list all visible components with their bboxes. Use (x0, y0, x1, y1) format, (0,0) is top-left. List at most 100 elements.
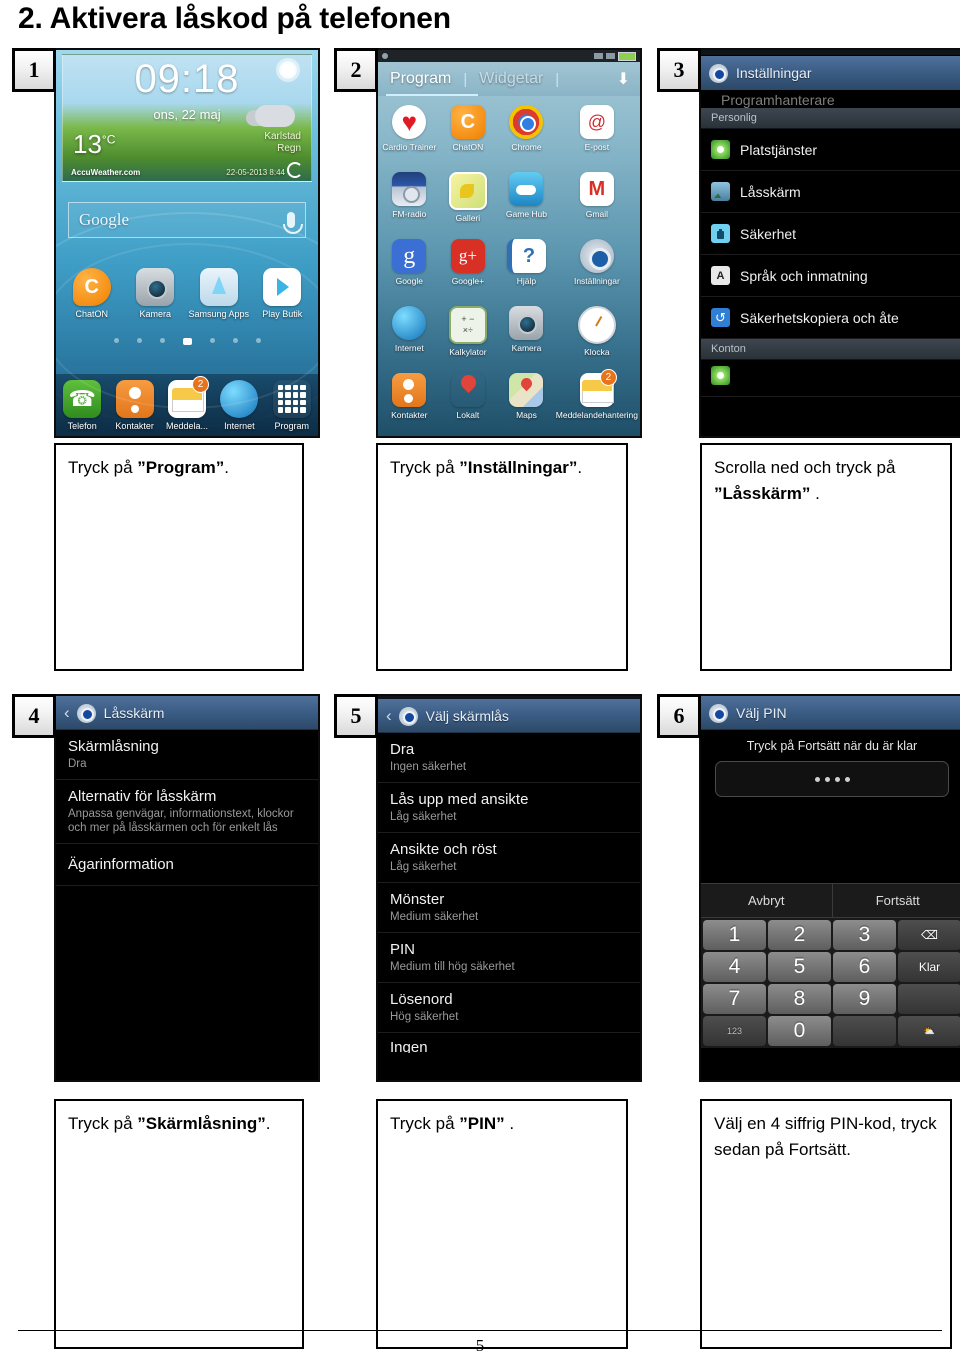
weather-clock-widget[interactable]: 09:18 ons, 22 maj 13°C Karlstad Regn Acc… (62, 54, 312, 182)
home-app-play-butik[interactable]: Play Butik (251, 268, 313, 319)
drawer-app-klocka[interactable]: Klocka (556, 301, 638, 368)
symbols-key[interactable]: 123 (703, 1016, 766, 1046)
dock-meddelanden[interactable]: 2 Meddela... (161, 375, 213, 431)
drawer-app-google[interactable]: Google (380, 234, 439, 301)
list-item-agarinformation[interactable]: Ägarinformation (56, 844, 318, 886)
settings-row-programhanterare[interactable]: Programhanterare (701, 90, 960, 108)
settings-row-sprak-och-inmatning[interactable]: Språk och inmatning (701, 255, 960, 297)
key-4[interactable]: 4 (703, 952, 766, 982)
drawer-app-installningar[interactable]: Inställningar (556, 234, 638, 301)
lock-option-ingen[interactable]: Ingen (378, 1033, 640, 1053)
settings-row-sakerhetskopiera[interactable]: Säkerhetskopiera och åte (701, 297, 960, 339)
key-blank (898, 984, 960, 1014)
pin-input-field[interactable] (715, 761, 949, 797)
phone-icon (63, 379, 102, 418)
page-dot[interactable] (136, 338, 142, 343)
key-5[interactable]: 5 (768, 952, 831, 982)
page-dot[interactable] (159, 338, 165, 343)
caption-step-5: Tryck på ”PIN” . (376, 1099, 628, 1349)
settings-row-account-clipped[interactable] (701, 360, 960, 397)
google-search-widget[interactable]: Google (68, 202, 306, 238)
page-dot[interactable] (232, 338, 238, 343)
settings-header-title: Inställningar (736, 65, 812, 81)
settings-row-sakerhet[interactable]: Säkerhet (701, 213, 960, 255)
drawer-app-galleri[interactable]: Galleri (439, 167, 498, 234)
drawer-app-gmail[interactable]: Gmail (556, 167, 638, 234)
caption-step-3: Scrolla ned och tryck på ”Låsskärm” . (700, 443, 952, 671)
back-chevron-icon[interactable]: ‹ (386, 706, 392, 726)
settings-action-bar: Inställningar (701, 56, 960, 90)
dock-label: Internet (224, 420, 255, 431)
lock-option-losenord[interactable]: Lösenord Hög säkerhet (378, 983, 640, 1033)
drawer-app-kamera[interactable]: Kamera (497, 301, 556, 368)
drawer-app-lokalt[interactable]: Lokalt (439, 368, 498, 435)
home-app-chaton[interactable]: ChatON (61, 268, 123, 319)
key-9[interactable]: 9 (833, 984, 896, 1014)
key-0[interactable]: 0 (768, 1016, 831, 1046)
dock-internet[interactable]: Internet (213, 379, 265, 431)
page-dot-active[interactable] (182, 338, 192, 345)
wifi-icon (606, 53, 615, 59)
key-8[interactable]: 8 (768, 984, 831, 1014)
list-item-alternativ-for-lasskarm[interactable]: Alternativ för låsskärm Anpassa genvägar… (56, 780, 318, 844)
drawer-app-chrome[interactable]: Chrome (497, 100, 556, 167)
rain-cloud-icon (255, 105, 295, 127)
home-app-kamera[interactable]: Kamera (124, 268, 186, 319)
drawer-app-chaton[interactable]: ChatON (439, 100, 498, 167)
lock-option-ansikte-och-rost[interactable]: Ansikte och röst Låg säkerhet (378, 833, 640, 883)
lock-option-las-upp-med-ansikte[interactable]: Lås upp med ansikte Låg säkerhet (378, 783, 640, 833)
sun-icon (279, 61, 297, 79)
home-app-samsung-apps[interactable]: Samsung Apps (188, 268, 250, 319)
footer-divider (18, 1330, 942, 1331)
key-1[interactable]: 1 (703, 920, 766, 950)
refresh-icon[interactable] (287, 162, 303, 178)
list-item-subtitle: Medium säkerhet (390, 911, 479, 923)
settings-row-lasskarm[interactable]: Låsskärm (701, 171, 960, 213)
fm-radio-icon (392, 172, 427, 206)
microphone-icon[interactable]: ⛅ (898, 1016, 960, 1046)
download-icon[interactable]: ⬇ (617, 69, 630, 89)
backspace-icon[interactable]: ⌫ (898, 920, 960, 950)
drawer-app-epost[interactable]: E-post (556, 100, 638, 167)
screenshot-lock-screen-settings: ‹ Låsskärm Skärmlåsning Dra Alternativ f… (54, 694, 320, 1082)
drawer-app-kontakter[interactable]: Kontakter (380, 368, 439, 435)
lock-option-dra[interactable]: Dra Ingen säkerhet (378, 733, 640, 783)
caption-step-2: Tryck på ”Inställningar”. (376, 443, 628, 671)
settings-row-platstjanster[interactable]: Platstjänster (701, 129, 960, 171)
done-key[interactable]: Klar (898, 952, 960, 982)
tab-program[interactable]: Program (378, 70, 463, 88)
list-item-skarmlasning[interactable]: Skärmlåsning Dra (56, 730, 318, 780)
security-lock-icon (711, 224, 730, 243)
drawer-app-google-plus[interactable]: Google+ (439, 234, 498, 301)
dock-program[interactable]: Program (266, 379, 318, 431)
samsung-apps-icon (199, 268, 238, 306)
page-dot[interactable] (113, 338, 119, 343)
page-dot[interactable] (209, 338, 215, 343)
key-7[interactable]: 7 (703, 984, 766, 1014)
microphone-icon[interactable] (283, 212, 303, 234)
drawer-app-fm-radio[interactable]: FM-radio (380, 167, 439, 234)
drawer-app-hjalp[interactable]: Hjälp (497, 234, 556, 301)
drawer-app-maps[interactable]: Maps (497, 368, 556, 435)
drawer-app-game-hub[interactable]: Game Hub (497, 167, 556, 234)
drawer-app-label: ChatON (452, 142, 484, 152)
drawer-app-cardio-trainer[interactable]: Cardio Trainer (380, 100, 439, 167)
tab-widgetar[interactable]: Widgetar (467, 70, 555, 88)
key-2[interactable]: 2 (768, 920, 831, 950)
lock-option-pin[interactable]: PIN Medium till hög säkerhet (378, 933, 640, 983)
caption-step-1: Tryck på ”Program”. (54, 443, 304, 671)
continue-button[interactable]: Fortsätt (833, 884, 960, 917)
lock-option-monster[interactable]: Mönster Medium säkerhet (378, 883, 640, 933)
key-6[interactable]: 6 (833, 952, 896, 982)
cancel-button[interactable]: Avbryt (701, 884, 833, 917)
drawer-app-internet[interactable]: Internet (380, 301, 439, 368)
drawer-app-kalkylator[interactable]: Kalkylator (439, 301, 498, 368)
drawer-app-label: Lokalt (456, 410, 480, 420)
page-dot[interactable] (255, 338, 261, 343)
dock-telefon[interactable]: Telefon (56, 379, 108, 431)
dock-kontakter[interactable]: Kontakter (109, 379, 161, 431)
drawer-app-meddelandehantering[interactable]: 2 Meddelandehantering (556, 368, 638, 435)
key-3[interactable]: 3 (833, 920, 896, 950)
back-chevron-icon[interactable]: ‹ (64, 703, 70, 723)
local-pin-icon (451, 373, 485, 407)
